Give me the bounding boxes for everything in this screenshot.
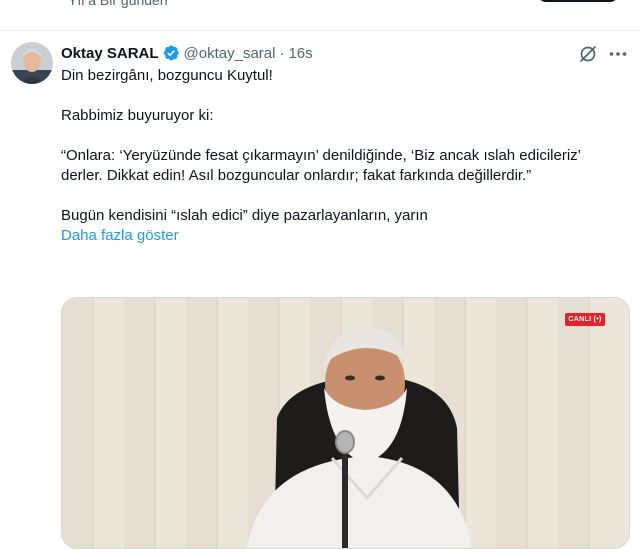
avatar[interactable] bbox=[11, 42, 53, 84]
tweet-line: Rabbimiz buyuruyor ki: bbox=[61, 107, 214, 124]
top-bar: Yıl a Bir günden bbox=[0, 0, 640, 31]
tweet-time[interactable]: 16s bbox=[288, 45, 312, 62]
show-more-link[interactable]: Daha fazla göster bbox=[61, 227, 179, 244]
tweet-video[interactable] bbox=[61, 297, 630, 549]
verified-badge-icon bbox=[162, 44, 180, 62]
author-handle[interactable]: @oktay_saral bbox=[184, 45, 276, 62]
author-name[interactable]: Oktay SARAL bbox=[61, 45, 159, 62]
top-bar-button[interactable] bbox=[538, 0, 618, 2]
tweet-header: Oktay SARAL @oktay_saral · 16s bbox=[61, 43, 313, 63]
live-badge: CANLI (•) bbox=[565, 313, 605, 326]
separator-dot: · bbox=[279, 44, 285, 62]
tweet-line: “Onlara: ‘Yeryüzünde fesat çıkarmayın’ d… bbox=[61, 147, 585, 184]
more-icon[interactable] bbox=[607, 43, 629, 65]
tweet-line: Bugün kendisini “ıslah edici” diye pazar… bbox=[61, 207, 428, 224]
grok-icon[interactable] bbox=[577, 43, 599, 65]
top-bar-faded-text: Yıl a Bir günden bbox=[68, 0, 168, 8]
tweet-line: Din bezirgânı, bozguncu Kuytul! bbox=[61, 67, 273, 84]
tweet-text: Din bezirgânı, bozguncu Kuytul! Rabbimiz… bbox=[61, 66, 621, 246]
